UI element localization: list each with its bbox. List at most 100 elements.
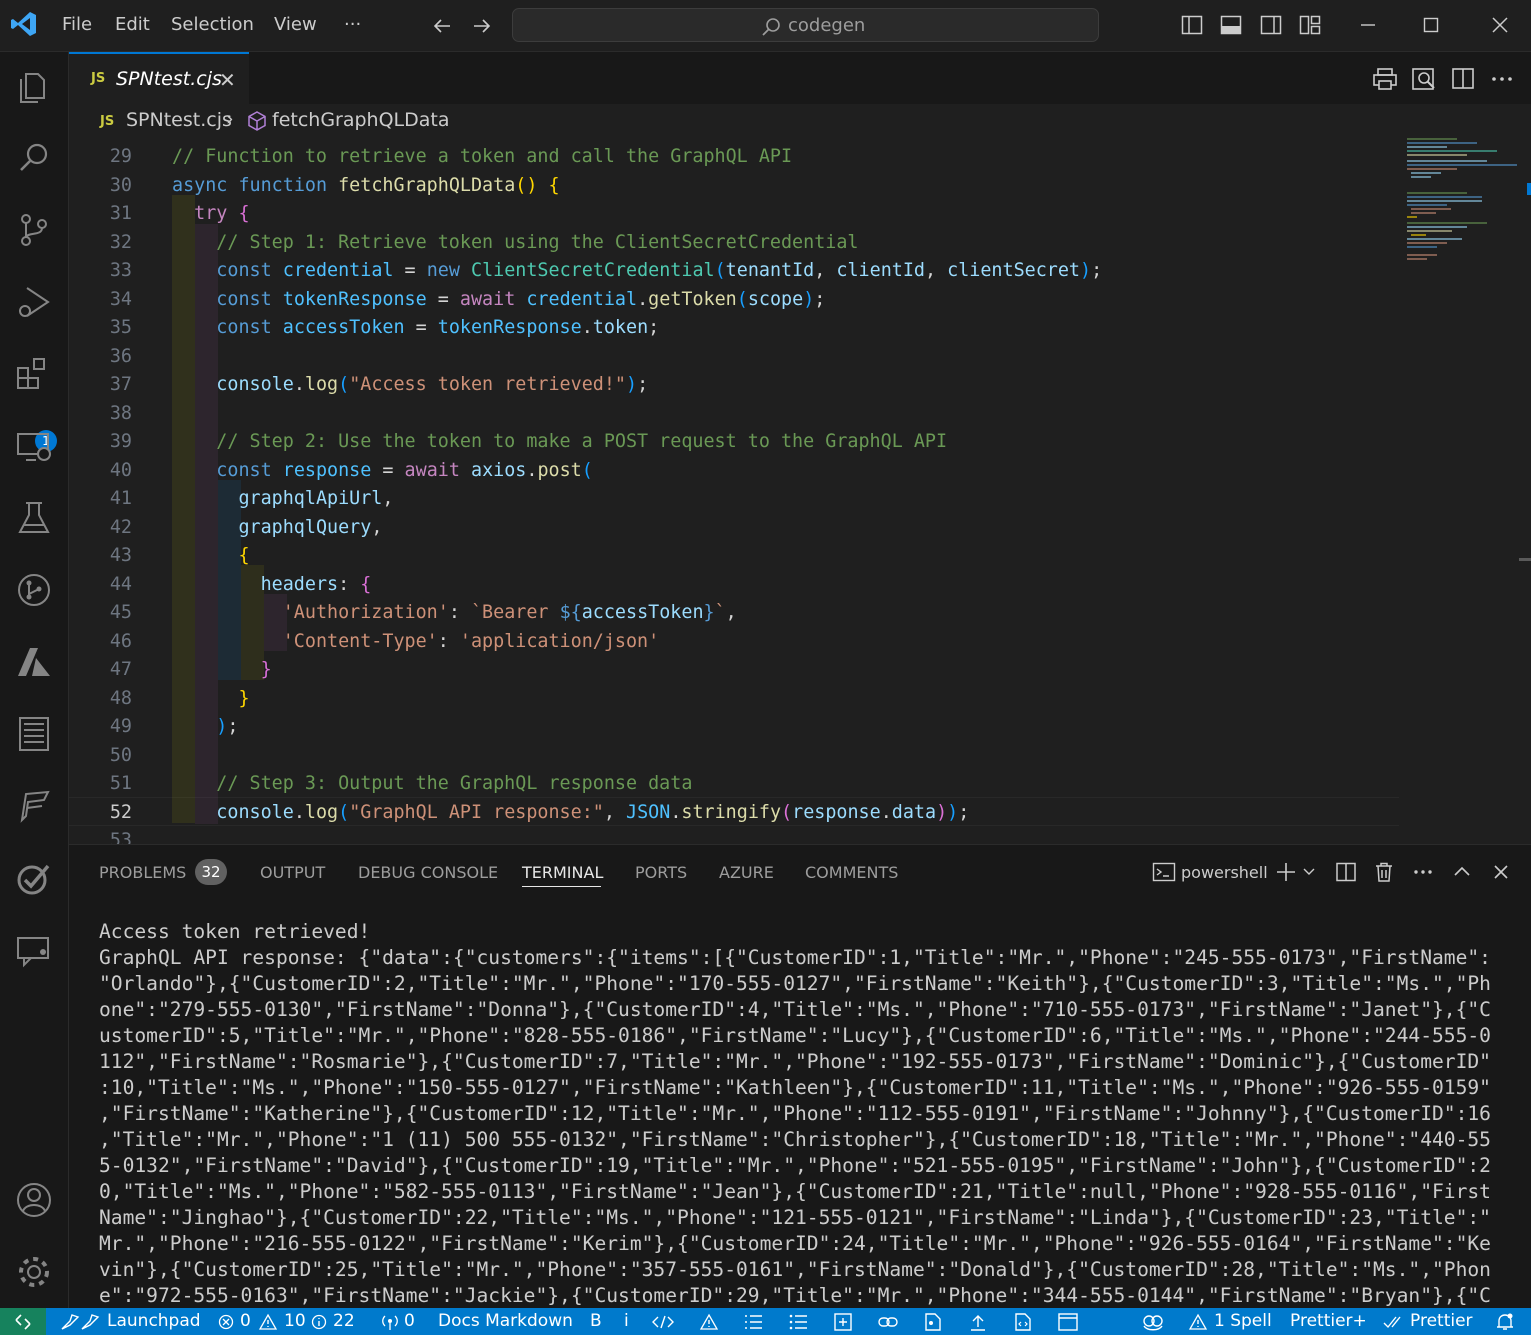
toggle-panel-icon[interactable] [1220, 14, 1242, 36]
numbered-list-icon[interactable] [743, 1313, 763, 1331]
docs-markdown[interactable]: Docs Markdown [438, 1311, 573, 1331]
code-line[interactable]: 51 // Step 3: Output the GraphQL respons… [69, 770, 1399, 799]
account-icon[interactable] [14, 1180, 54, 1220]
spell-check-status[interactable]: 1 Spell [1214, 1311, 1272, 1331]
tab-debug-console[interactable]: DEBUG CONSOLE [358, 863, 498, 882]
launchpad-label[interactable]: Launchpad [107, 1311, 201, 1331]
prettier-plus-status[interactable]: Prettier+ [1290, 1311, 1367, 1331]
code-line[interactable]: 38 [69, 400, 1399, 429]
more-actions-icon[interactable] [1412, 861, 1434, 883]
close-window-icon[interactable] [1489, 14, 1511, 36]
code-line[interactable]: 47 } [69, 656, 1399, 685]
remote-explorer-icon[interactable] [14, 426, 54, 466]
git-graph-icon[interactable] [14, 570, 54, 610]
preview-window-icon[interactable] [1057, 1312, 1079, 1332]
more-actions-icon[interactable] [1489, 66, 1515, 92]
customize-layout-icon[interactable] [1299, 14, 1321, 36]
minimize-icon[interactable] [1357, 14, 1379, 36]
code-line[interactable]: 29 // Function to retrieve a token and ca… [69, 143, 1399, 172]
code-line[interactable]: 39 // Step 2: Use the token to make a PO… [69, 428, 1399, 457]
code-line[interactable]: 36 [69, 343, 1399, 372]
error-count[interactable]: 0 [240, 1311, 251, 1331]
notifications-bell-icon[interactable] [1495, 1312, 1515, 1332]
new-terminal-icon[interactable] [1275, 861, 1297, 883]
tab-ports[interactable]: PORTS [635, 863, 687, 882]
tab-comments[interactable]: COMMENTS [805, 863, 898, 882]
search-icon[interactable] [14, 138, 54, 178]
tab-output[interactable]: OUTPUT [260, 863, 325, 882]
alert-icon[interactable] [699, 1313, 719, 1331]
info-count[interactable]: 22 [333, 1311, 355, 1331]
code-line[interactable]: 48 } [69, 685, 1399, 714]
terminal-output[interactable]: Access token retrieved! GraphQL API respo… [99, 919, 1519, 1309]
code-line[interactable]: 46 'Content-Type': 'application/json' [69, 628, 1399, 657]
file-code-icon[interactable] [1013, 1312, 1033, 1332]
code-line[interactable]: 37 console.log("Access token retrieved!"… [69, 371, 1399, 400]
forward-arrow-icon[interactable] [470, 14, 494, 38]
run-debug-icon[interactable] [14, 282, 54, 322]
maximize-icon[interactable] [1420, 14, 1442, 36]
azure-icon[interactable] [14, 642, 54, 682]
bulleted-list-icon[interactable] [788, 1313, 808, 1331]
minimap[interactable] [1399, 138, 1519, 844]
todo-icon[interactable] [14, 858, 54, 898]
breadcrumb-symbol[interactable]: fetchGraphQLData [272, 109, 450, 131]
code-line[interactable]: 45 'Authorization': `Bearer ${accessToke… [69, 599, 1399, 628]
trash-icon[interactable] [1373, 861, 1395, 883]
settings-gear-icon[interactable] [14, 1252, 54, 1292]
menu-file[interactable]: File [62, 14, 92, 35]
testing-icon[interactable] [14, 498, 54, 538]
extensions-icon[interactable] [14, 354, 54, 394]
toggle-secondary-sidebar-icon[interactable] [1260, 14, 1282, 36]
code-line[interactable]: 44 headers: { [69, 571, 1399, 600]
code-editor[interactable]: 29 // Function to retrieve a token and ca… [69, 138, 1531, 844]
breadcrumb-file[interactable]: SPNtest.cjs [126, 109, 232, 131]
source-control-icon[interactable] [14, 210, 54, 250]
insert-table-icon[interactable] [833, 1312, 853, 1332]
code-line[interactable]: 49 ); [69, 713, 1399, 742]
code-line[interactable]: 34 const tokenResponse = await credentia… [69, 286, 1399, 315]
code-line[interactable]: 53 [69, 827, 1399, 844]
code-line[interactable]: 30 async function fetchGraphQLData() { [69, 172, 1399, 201]
remote-indicator[interactable] [0, 1308, 46, 1335]
warning-count[interactable]: 10 [284, 1311, 306, 1331]
code-line[interactable]: 35 const accessToken = tokenResponse.tok… [69, 314, 1399, 343]
code-line[interactable]: 42 graphqlQuery, [69, 514, 1399, 543]
editor-scrollbar[interactable] [1517, 138, 1531, 844]
code-line[interactable]: 33 const credential = new ClientSecretCr… [69, 257, 1399, 286]
split-editor-icon[interactable] [1451, 66, 1477, 92]
code-line[interactable]: 43 { [69, 542, 1399, 571]
code-line[interactable]: 31 try { [69, 200, 1399, 229]
menu-more[interactable]: ··· [344, 14, 361, 35]
menu-edit[interactable]: Edit [115, 14, 150, 35]
notebook-icon[interactable] [14, 714, 54, 754]
tab-spntest[interactable]: JS SPNtest.cjs ✕ [69, 52, 249, 104]
menu-selection[interactable]: Selection [171, 14, 254, 35]
code-line[interactable]: 40 const response = await axios.post( [69, 457, 1399, 486]
code-line[interactable]: 52 console.log("GraphQL API response:", … [69, 799, 1399, 828]
code-icon[interactable] [652, 1314, 674, 1330]
open-preview-icon[interactable] [1411, 66, 1437, 92]
upload-icon[interactable] [968, 1312, 988, 1332]
italic-button[interactable]: i [624, 1311, 629, 1331]
tab-problems[interactable]: PROBLEMS [99, 863, 186, 882]
print-icon[interactable] [1372, 66, 1398, 92]
ports-count[interactable]: 0 [404, 1311, 415, 1331]
explorer-icon[interactable] [14, 66, 54, 106]
toggle-primary-sidebar-icon[interactable] [1181, 14, 1203, 36]
chat-icon[interactable] [14, 930, 54, 970]
split-terminal-icon[interactable] [1335, 861, 1357, 883]
code-line[interactable]: 41 graphqlApiUrl, [69, 485, 1399, 514]
prettier-status[interactable]: Prettier [1410, 1311, 1473, 1331]
back-arrow-icon[interactable] [430, 14, 454, 38]
copilot-icon[interactable] [1141, 1312, 1165, 1332]
code-line[interactable]: 32 // Step 1: Retrieve token using the C… [69, 229, 1399, 258]
chevron-down-icon[interactable] [1302, 865, 1316, 879]
tab-terminal[interactable]: TERMINAL [522, 863, 603, 882]
code-line[interactable]: 50 [69, 742, 1399, 771]
maximize-panel-icon[interactable] [1451, 861, 1473, 883]
bold-button[interactable]: B [590, 1311, 602, 1331]
terminal-shell-name[interactable]: powershell [1181, 863, 1268, 882]
bookmark-icon[interactable] [14, 786, 54, 826]
close-panel-icon[interactable] [1490, 861, 1512, 883]
